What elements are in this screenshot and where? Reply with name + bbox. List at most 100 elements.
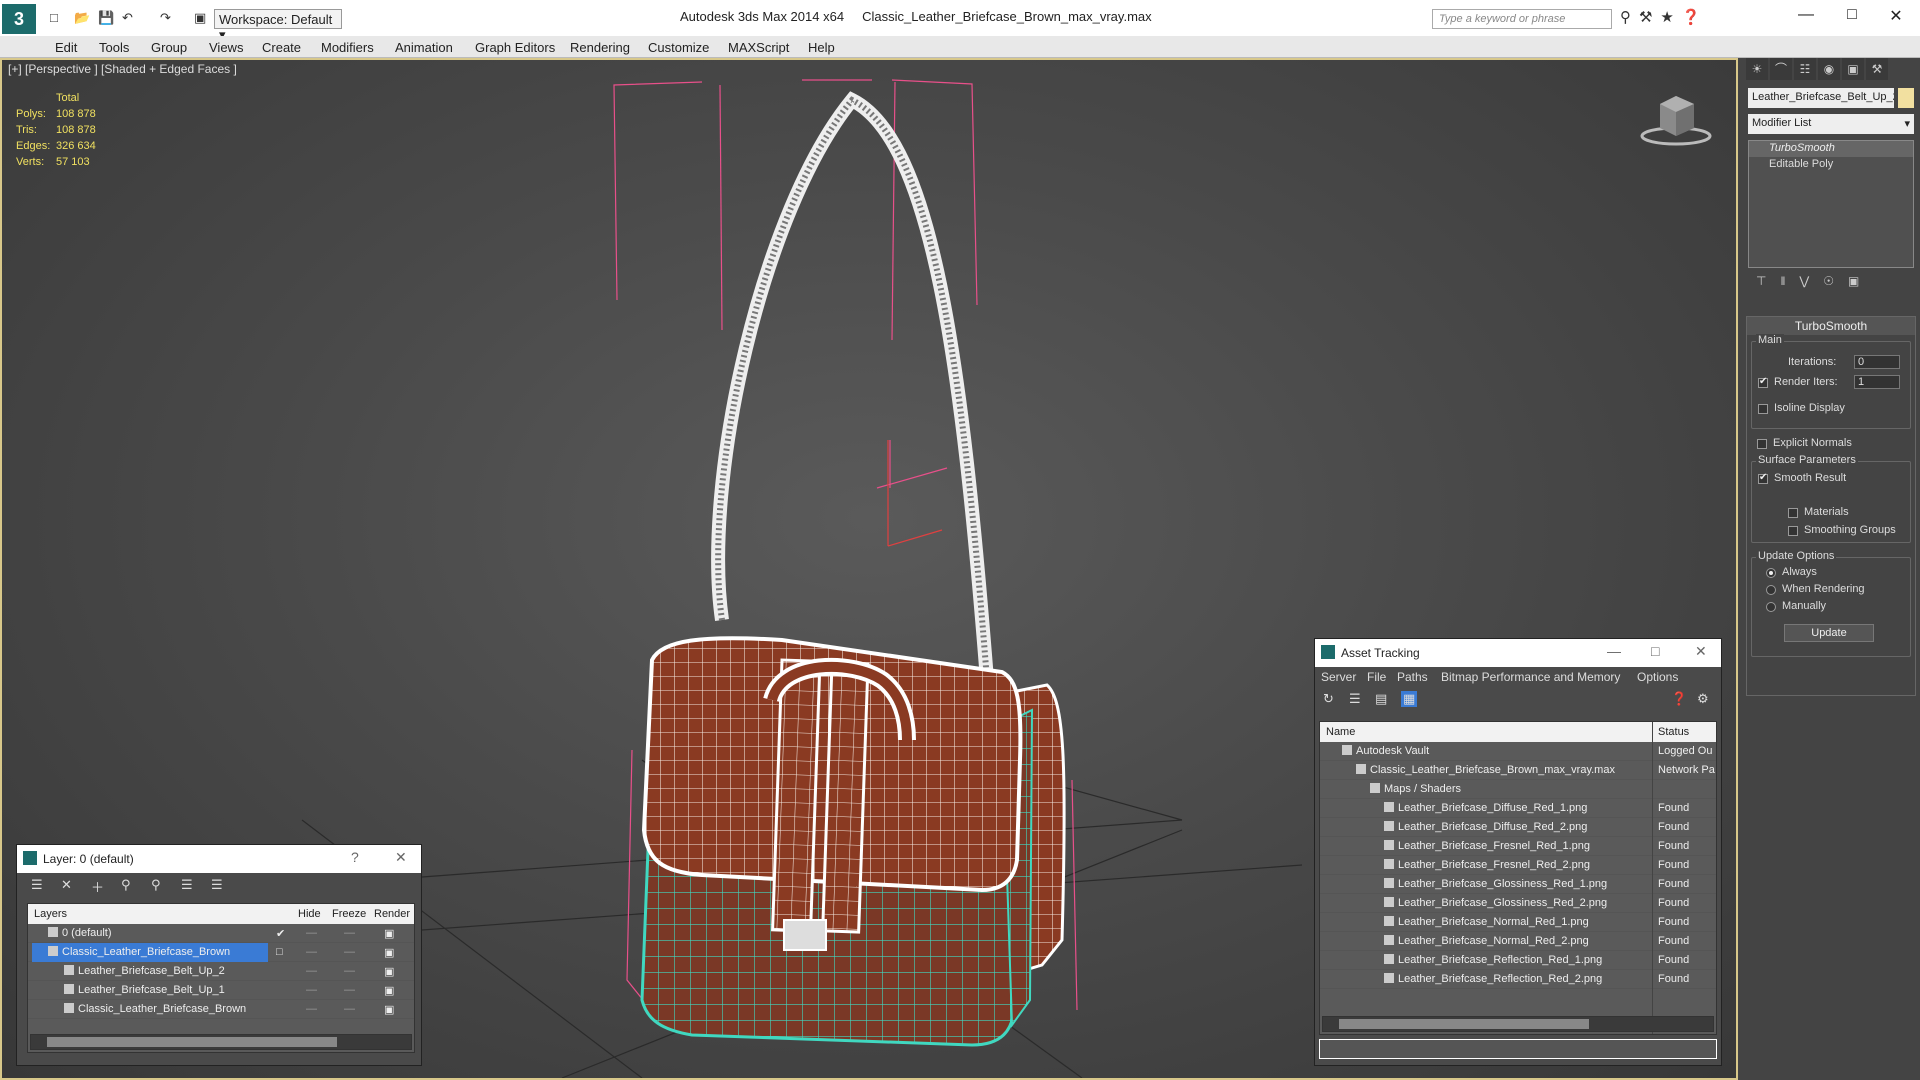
stack-item-turbosmooth[interactable]: TurboSmooth [1749, 141, 1913, 157]
redo-icon[interactable]: ↷ [160, 10, 171, 26]
hide-toggle[interactable]: — [306, 984, 317, 996]
modify-tab-icon[interactable]: ⌒ [1770, 58, 1792, 80]
hide-toggle[interactable]: — [306, 965, 317, 977]
layer-row[interactable]: Classic_Leather_Briefcase_Brown □ — — ▣ [28, 943, 414, 962]
asset-row[interactable]: Leather_Briefcase_Diffuse_Red_1.png Found [1320, 799, 1716, 818]
asset-row[interactable]: Leather_Briefcase_Glossiness_Red_1.png Fo… [1320, 875, 1716, 894]
scrollbar-thumb[interactable] [1339, 1019, 1589, 1029]
render-toggle-icon[interactable]: ▣ [384, 965, 394, 978]
menu-tools[interactable]: Tools [99, 40, 129, 55]
menu-modifiers[interactable]: Modifiers [321, 40, 374, 55]
list-view-icon[interactable]: ☰ [1349, 691, 1361, 707]
asset-list-scrollbar[interactable] [1322, 1016, 1714, 1032]
layer-row[interactable]: Leather_Briefcase_Belt_Up_1 — — ▣ [28, 981, 414, 1000]
minimize-icon[interactable]: — [1607, 643, 1621, 659]
hide-toggle[interactable]: — [306, 946, 317, 958]
asset-row[interactable]: Leather_Briefcase_Reflection_Red_1.png Fo… [1320, 951, 1716, 970]
help-icon[interactable]: ❓ [1671, 691, 1687, 707]
asset-row[interactable]: Leather_Briefcase_Diffuse_Red_2.png Found [1320, 818, 1716, 837]
workspace-dropdown[interactable]: Workspace: Default ▾ [214, 9, 342, 42]
materials-checkbox[interactable] [1788, 508, 1798, 518]
when-rendering-radio[interactable] [1766, 585, 1776, 595]
col-layers[interactable]: Layers [34, 908, 67, 920]
asset-path-field[interactable] [1319, 1039, 1717, 1059]
isoline-display-checkbox[interactable] [1758, 404, 1768, 414]
asset-menu-file[interactable]: File [1367, 670, 1386, 684]
menu-edit[interactable]: Edit [55, 40, 77, 55]
close-icon[interactable]: ✕ [1695, 643, 1707, 660]
hide-all-icon[interactable]: ☰ [181, 877, 193, 893]
layer-row[interactable]: Leather_Briefcase_Belt_Up_2 — — ▣ [28, 962, 414, 981]
asset-dialog-titlebar[interactable]: Asset Tracking — □ ✕ [1315, 639, 1721, 667]
asset-row[interactable]: Leather_Briefcase_Normal_Red_1.png Found [1320, 913, 1716, 932]
col-render[interactable]: Render [374, 908, 410, 920]
menu-group[interactable]: Group [151, 40, 187, 55]
asset-menu-server[interactable]: Server [1321, 670, 1356, 684]
col-hide[interactable]: Hide [298, 908, 321, 920]
rollout-title[interactable]: TurboSmooth [1747, 317, 1915, 335]
add-to-layer-icon[interactable]: ＋ [91, 877, 104, 896]
asset-row[interactable]: Leather_Briefcase_Fresnel_Red_1.png Found [1320, 837, 1716, 856]
help-icon[interactable]: ? [351, 849, 359, 865]
undo-icon[interactable]: ↶ [122, 10, 133, 26]
freeze-all-icon[interactable]: ☰ [211, 877, 223, 893]
object-name-field[interactable]: Leather_Briefcase_Belt_Up_2 [1748, 88, 1894, 108]
layer-row[interactable]: Classic_Leather_Briefcase_Brown — — ▣ [28, 1000, 414, 1019]
scrollbar-thumb[interactable] [47, 1037, 337, 1047]
search-input[interactable]: Type a keyword or phrase [1432, 9, 1612, 29]
explicit-normals-checkbox[interactable] [1757, 439, 1767, 449]
maximize-icon[interactable]: □ [1651, 643, 1659, 659]
freeze-toggle[interactable]: — [344, 965, 355, 977]
layer-dialog-titlebar[interactable]: Layer: 0 (default) ? ✕ [17, 845, 421, 873]
col-status[interactable]: Status [1658, 726, 1689, 738]
current-layer-check-icon[interactable]: ✔ [276, 927, 285, 940]
menu-help[interactable]: Help [808, 40, 835, 55]
smoothing-groups-checkbox[interactable] [1788, 526, 1798, 536]
hide-toggle[interactable]: — [306, 927, 317, 939]
menu-customize[interactable]: Customize [648, 40, 709, 55]
asset-row[interactable]: Classic_Leather_Briefcase_Brown_max_vray… [1320, 761, 1716, 780]
settings-icon[interactable]: ⚙ [1697, 691, 1709, 707]
asset-row[interactable]: Leather_Briefcase_Reflection_Red_2.png Fo… [1320, 970, 1716, 989]
asset-menu-bitmap[interactable]: Bitmap Performance and Memory [1441, 670, 1620, 684]
menu-maxscript[interactable]: MAXScript [728, 40, 789, 55]
layer-row[interactable]: 0 (default) ✔ — — ▣ [28, 924, 414, 943]
object-color-swatch[interactable] [1898, 88, 1914, 108]
tree-view-icon[interactable]: ▤ [1375, 691, 1387, 707]
hide-toggle[interactable]: — [306, 1003, 317, 1015]
save-file-icon[interactable]: 💾 [98, 10, 114, 26]
render-toggle-icon[interactable]: ▣ [384, 946, 394, 959]
menu-views[interactable]: Views [209, 40, 243, 55]
refresh-icon[interactable]: ↻ [1323, 691, 1334, 707]
asset-menu-paths[interactable]: Paths [1397, 670, 1428, 684]
new-layer-icon[interactable]: ☰ [31, 877, 43, 893]
iterations-spinner[interactable]: 0 [1854, 355, 1900, 369]
col-name[interactable]: Name [1326, 726, 1355, 738]
table-view-icon[interactable]: ▦ [1401, 691, 1418, 707]
menu-animation[interactable]: Animation [395, 40, 453, 55]
maximize-icon[interactable]: □ [1832, 6, 1872, 24]
minimize-icon[interactable]: — [1786, 6, 1826, 24]
col-freeze[interactable]: Freeze [332, 908, 366, 920]
smooth-result-checkbox[interactable] [1758, 472, 1768, 484]
render-iters-checkbox[interactable] [1758, 376, 1768, 388]
asset-row[interactable]: Autodesk Vault Logged Ou [1320, 742, 1716, 761]
layer-checkbox[interactable]: □ [276, 946, 283, 958]
freeze-toggle[interactable]: — [344, 927, 355, 939]
render-toggle-icon[interactable]: ▣ [384, 927, 394, 940]
asset-row[interactable]: Maps / Shaders [1320, 780, 1716, 799]
menu-rendering[interactable]: Rendering [570, 40, 630, 55]
open-file-icon[interactable]: 📂 [74, 10, 90, 26]
freeze-toggle[interactable]: — [344, 984, 355, 996]
app-logo-button[interactable]: 3 [2, 4, 36, 34]
select-objects-icon[interactable]: ⚲ [121, 877, 131, 893]
asset-row[interactable]: Leather_Briefcase_Normal_Red_2.png Found [1320, 932, 1716, 951]
modifier-list-dropdown[interactable]: Modifier List ▾ [1748, 114, 1914, 134]
motion-tab-icon[interactable]: ◉ [1818, 58, 1840, 80]
highlight-layer-icon[interactable]: ⚲ [151, 877, 161, 893]
render-toggle-icon[interactable]: ▣ [384, 1003, 394, 1016]
always-radio[interactable] [1766, 568, 1776, 578]
utilities-tab-icon[interactable]: ⚒ [1866, 58, 1888, 80]
infocenter-icons[interactable]: ⚲⚒★❓ [1620, 8, 1709, 26]
freeze-toggle[interactable]: — [344, 1003, 355, 1015]
